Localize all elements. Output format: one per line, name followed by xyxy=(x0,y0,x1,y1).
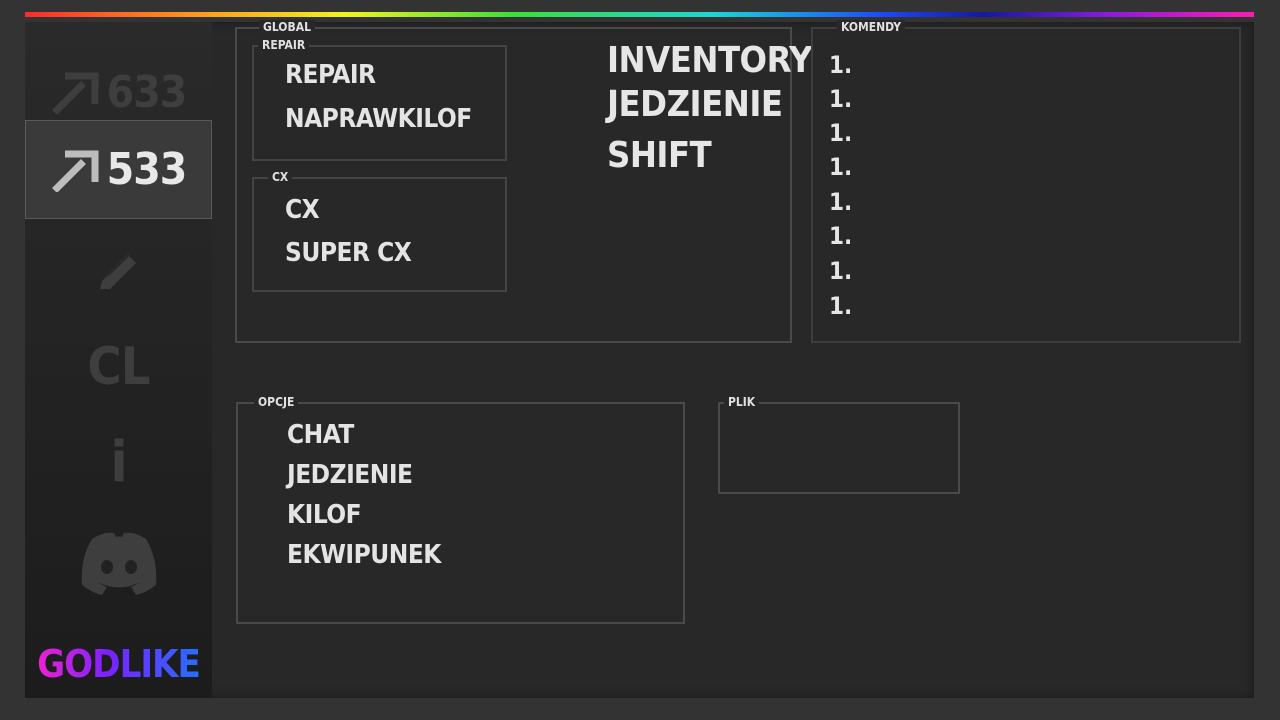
command-slot[interactable]: 1. xyxy=(829,222,852,250)
command-slot[interactable]: 1. xyxy=(829,188,852,216)
sidebar-item-label: 633 xyxy=(106,66,188,118)
plik-section[interactable]: PLIK xyxy=(718,395,960,494)
sidebar-item-info[interactable]: i xyxy=(25,422,212,502)
opcje-legend: OPCJE xyxy=(254,395,299,409)
sidebar-item-label: 533 xyxy=(106,144,188,195)
repair-legend: REPAIR xyxy=(258,38,310,52)
repair-option[interactable]: REPAIR xyxy=(285,60,376,90)
command-slot[interactable]: 1. xyxy=(829,119,852,147)
pickaxe-icon xyxy=(51,72,99,114)
command-slot[interactable]: 1. xyxy=(829,85,852,113)
jedzienie-option[interactable]: JEDZIENIE xyxy=(287,460,413,490)
command-slot[interactable]: 1. xyxy=(829,153,852,181)
jedzienie-toggle[interactable]: JEDZIENIE xyxy=(607,84,783,125)
plik-legend: PLIK xyxy=(724,395,760,409)
brand-logo: GODLIKE xyxy=(25,642,212,686)
sidebar-item-pencil[interactable] xyxy=(25,232,212,302)
command-slot[interactable]: 1. xyxy=(829,51,852,79)
komendy-section: KOMENDY 1. 1. 1. 1. 1. 1. 1. 1. xyxy=(811,20,1241,343)
info-icon: i xyxy=(110,429,127,495)
sidebar-item-label: CL xyxy=(87,337,150,397)
shift-toggle[interactable]: SHIFT xyxy=(607,135,712,176)
pencil-icon xyxy=(99,251,136,289)
sidebar-item-cl[interactable]: CL xyxy=(25,327,212,407)
command-slot[interactable]: 1. xyxy=(829,257,852,285)
super-cx-option[interactable]: SUPER CX xyxy=(285,238,412,268)
discord-icon xyxy=(81,532,156,595)
cx-legend: CX xyxy=(268,170,293,184)
ekwipunek-option[interactable]: EKWIPUNEK xyxy=(287,540,441,570)
global-legend: GLOBAL xyxy=(259,20,315,34)
chat-option[interactable]: CHAT xyxy=(287,420,354,450)
sidebar-item-discord[interactable] xyxy=(25,522,212,602)
komendy-legend: KOMENDY xyxy=(837,20,906,34)
sidebar: 633 533 CL i GODLIKE xyxy=(25,22,212,698)
rainbow-top-bar xyxy=(25,12,1254,17)
pickaxe-icon xyxy=(51,150,99,192)
command-slot[interactable]: 1. xyxy=(829,292,852,320)
naprawkilof-option[interactable]: NAPRAWKILOF xyxy=(285,104,472,134)
sidebar-item-pickaxe-533[interactable]: 533 xyxy=(25,120,212,219)
inventory-toggle[interactable]: INVENTORY xyxy=(607,40,813,81)
kilof-option[interactable]: KILOF xyxy=(287,500,362,530)
cx-option[interactable]: CX xyxy=(285,195,320,225)
